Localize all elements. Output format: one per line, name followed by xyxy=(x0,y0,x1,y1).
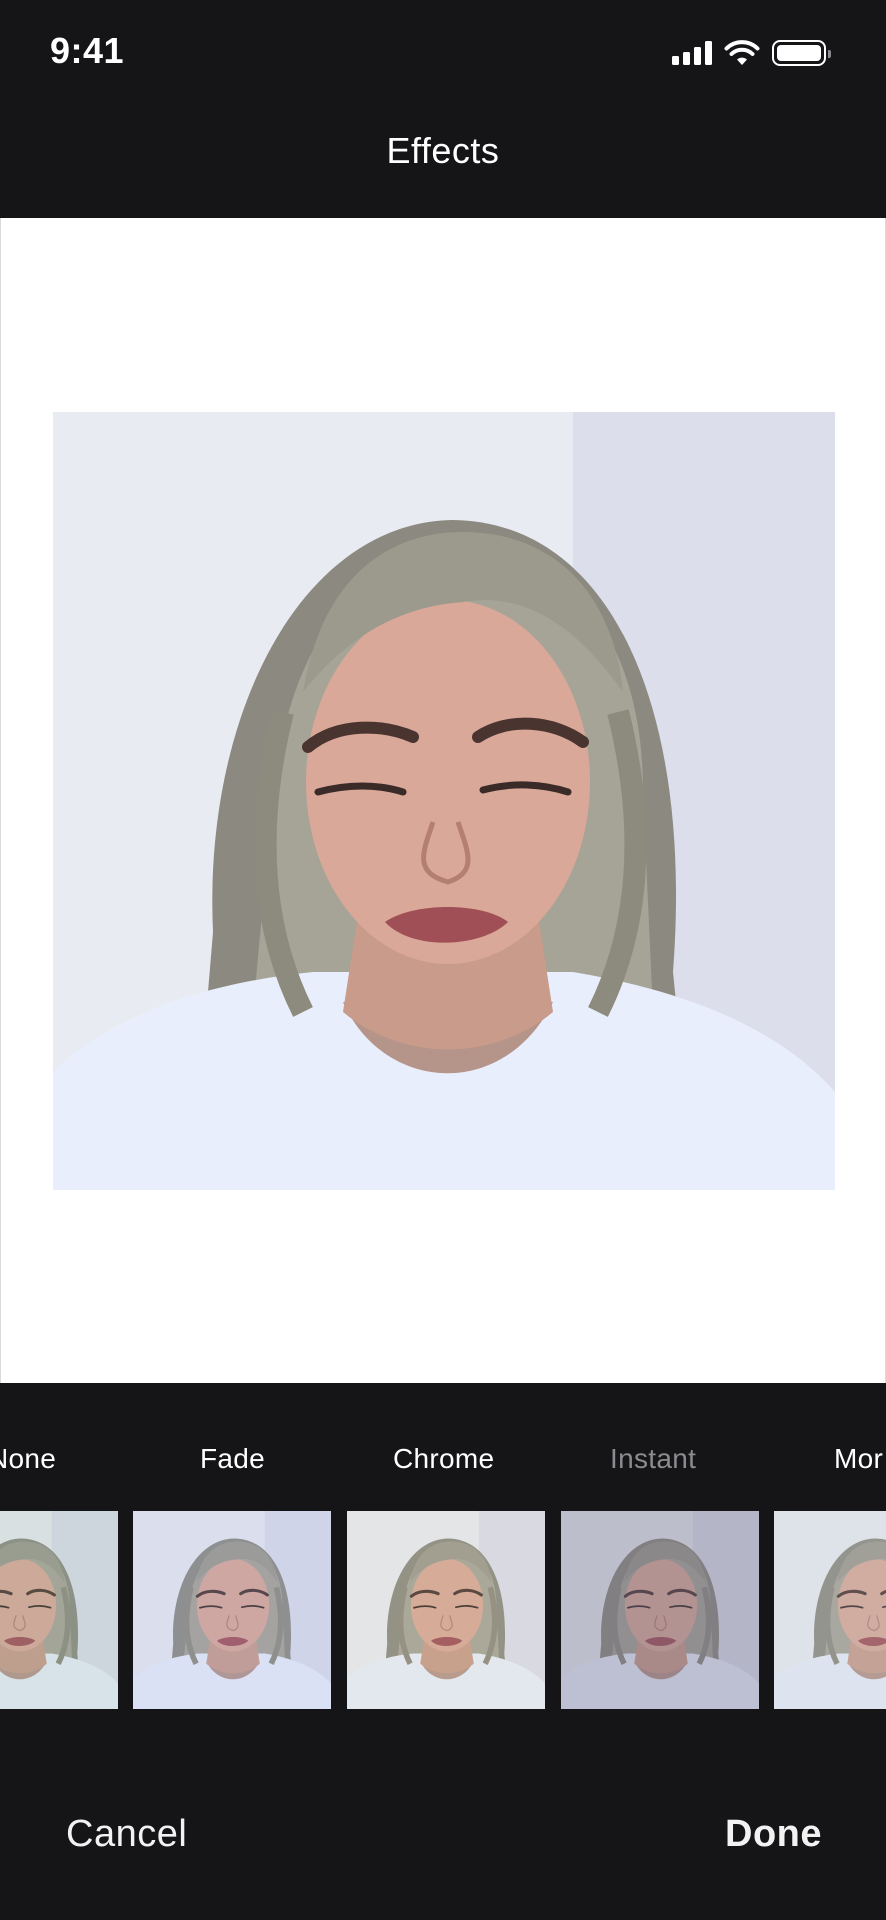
filter-thumbnail-chrome[interactable] xyxy=(347,1511,545,1709)
thumbnail-image xyxy=(561,1511,759,1709)
filter-label-none[interactable]: None xyxy=(0,1443,56,1475)
bottom-toolbar: Cancel Done xyxy=(0,1713,886,1920)
page-title: Effects xyxy=(386,130,500,171)
thumbnail-image xyxy=(0,1511,118,1709)
navigation-bar: Effects xyxy=(0,100,886,218)
filter-thumbnail-mono[interactable] xyxy=(774,1511,886,1709)
filter-label-instant[interactable]: Instant xyxy=(610,1443,696,1475)
filter-strip[interactable]: None Fade Chrome Instant Mor xyxy=(0,1383,886,1713)
filter-thumbnail-none[interactable] xyxy=(0,1511,118,1709)
thumbnail-image xyxy=(774,1511,886,1709)
status-time: 9:41 xyxy=(50,30,125,71)
filter-thumbnail-instant[interactable] xyxy=(561,1511,759,1709)
editing-canvas xyxy=(0,218,886,1383)
thumbnail-image xyxy=(347,1511,545,1709)
status-bar: 9:41 xyxy=(0,0,886,100)
portrait-image xyxy=(53,412,835,1190)
cancel-button[interactable]: Cancel xyxy=(66,1813,187,1856)
filter-label-fade[interactable]: Fade xyxy=(200,1443,265,1475)
filter-thumbnail-fade[interactable] xyxy=(133,1511,331,1709)
battery-icon xyxy=(772,40,831,66)
cellular-signal-icon xyxy=(672,41,712,65)
filter-label-mono[interactable]: Mor xyxy=(834,1443,883,1475)
filter-label-chrome[interactable]: Chrome xyxy=(393,1443,494,1475)
photo-preview[interactable] xyxy=(53,412,835,1190)
done-button[interactable]: Done xyxy=(725,1813,822,1856)
wifi-icon xyxy=(724,40,760,65)
thumbnail-image xyxy=(133,1511,331,1709)
status-icons xyxy=(672,36,831,70)
